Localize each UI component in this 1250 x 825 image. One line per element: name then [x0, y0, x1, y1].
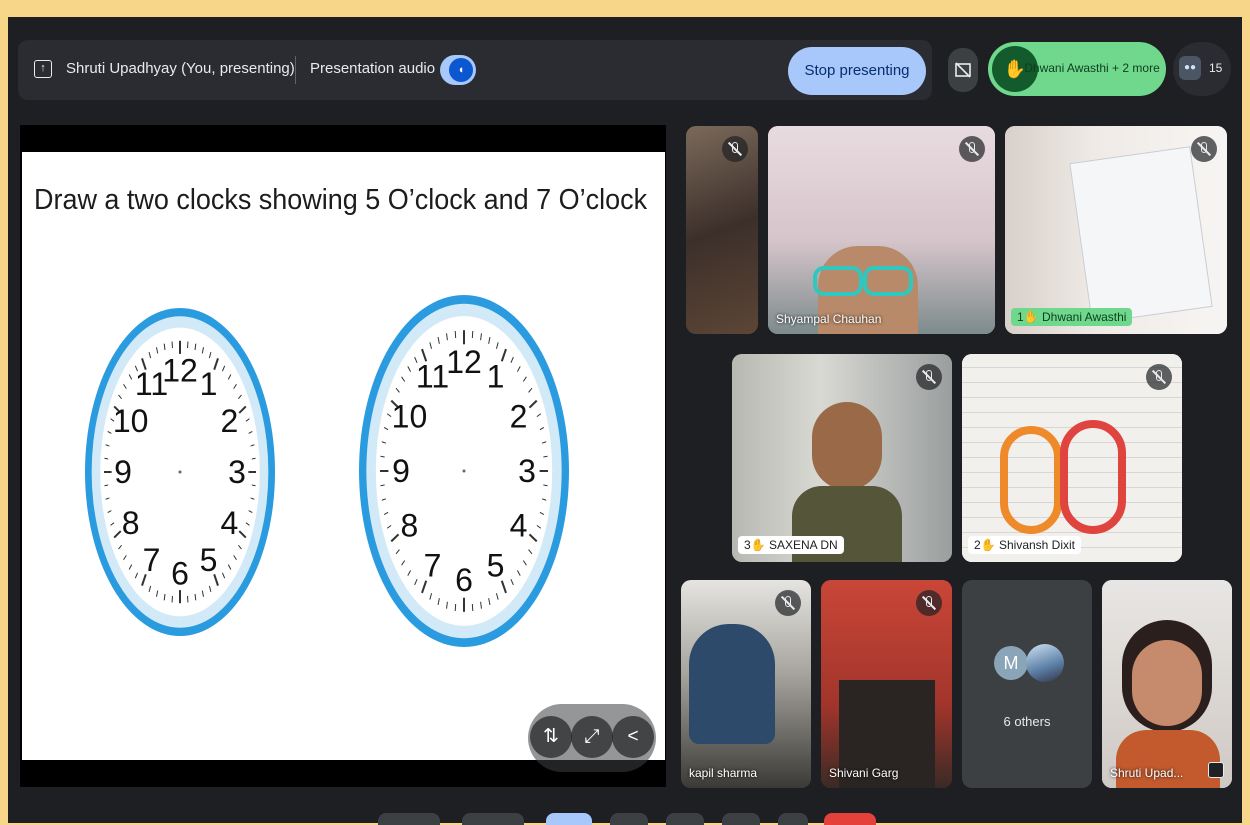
presenter-label: Shruti Upadhyay (You, presenting) — [66, 60, 295, 77]
clock-tick — [104, 458, 108, 459]
clock-number: 8 — [122, 505, 140, 541]
mic-button[interactable] — [378, 813, 440, 825]
participant-tile[interactable]: 3✋ SAXENA DN — [732, 354, 952, 562]
share-button[interactable]: < — [612, 716, 654, 758]
participant-tile[interactable]: kapil sharma — [681, 580, 811, 788]
participant-name: 2✋ Shivansh Dixit — [968, 536, 1081, 554]
participant-name-text: Dhwani Awasthi — [1042, 310, 1127, 324]
participant-tile[interactable]: Shyampal Chauhan — [768, 126, 995, 334]
clock-number: 4 — [220, 505, 238, 541]
captions-button[interactable] — [546, 813, 592, 825]
self-tile[interactable]: Shruti Upad... — [1102, 580, 1232, 788]
raise-hand-icon: ✋ — [1024, 310, 1039, 324]
clock-number: 12 — [446, 344, 482, 380]
muted-mic-icon — [1146, 364, 1172, 390]
stop-presenting-button[interactable]: Stop presenting — [788, 47, 926, 95]
clock-number: 4 — [510, 508, 528, 544]
clock-number: 10 — [113, 403, 149, 439]
muted-mic-icon — [775, 590, 801, 616]
presentation-audio-toggle[interactable]: ◖ — [440, 55, 476, 85]
clock-number: 11 — [416, 358, 449, 394]
hand-rank: 1 — [1017, 310, 1024, 324]
muted-mic-icon — [722, 136, 748, 162]
clock-number: 1 — [487, 358, 505, 394]
participant-tile[interactable]: 1✋ Dhwani Awasthi — [1005, 126, 1227, 334]
slide-title: Draw a two clocks showing 5 O’clock and … — [34, 184, 647, 217]
tile-menu-icon[interactable] — [1208, 762, 1224, 778]
clock-number: 11 — [135, 366, 168, 402]
emoji-button[interactable] — [610, 813, 648, 825]
clock-number: 7 — [424, 548, 442, 584]
others-label: 6 others — [962, 714, 1092, 729]
clock-tick — [252, 458, 256, 459]
clock-number: 9 — [392, 453, 410, 489]
clock-number: 5 — [487, 548, 505, 584]
clock-number: 6 — [455, 562, 473, 598]
clock-number: 10 — [392, 398, 428, 434]
clock-number: 2 — [510, 398, 528, 434]
no-camera-icon[interactable] — [948, 48, 978, 92]
participant-name: kapil sharma — [689, 766, 757, 780]
participant-name-text: SAXENA DN — [769, 538, 838, 552]
clock-right: 121234567891011 — [356, 292, 572, 650]
leave-call-button[interactable] — [824, 813, 876, 825]
raise-hand-button[interactable] — [722, 813, 760, 825]
fullscreen-button[interactable]: ⤢ — [571, 716, 613, 758]
muted-mic-icon — [959, 136, 985, 162]
presentation-bar: ↑ Shruti Upadhyay (You, presenting) Pres… — [18, 40, 932, 100]
camera-button[interactable] — [462, 813, 524, 825]
avatar — [1026, 644, 1064, 682]
hand-rank: 2 — [974, 538, 981, 552]
participant-name: 1✋ Dhwani Awasthi — [1011, 308, 1132, 326]
clock-number: 2 — [220, 403, 238, 439]
participants-icon: ●● — [1179, 56, 1201, 80]
present-button[interactable] — [666, 813, 704, 825]
clock-number: 1 — [200, 366, 218, 402]
raise-hand-icon: ✋ — [981, 538, 996, 552]
participant-tile[interactable]: 2✋ Shivansh Dixit — [962, 354, 1182, 562]
raised-hands-label: Dhwani Awasthi + 2 more — [1022, 61, 1162, 75]
clock-number: 3 — [518, 453, 536, 489]
clock-number: 3 — [228, 454, 246, 490]
presentation-controls: ⇅ ⤢ < — [528, 704, 656, 772]
clock-number: 7 — [143, 542, 161, 578]
participant-tile[interactable]: Shivani Garg — [821, 580, 952, 788]
people-button[interactable]: ●● 15 — [1173, 42, 1231, 96]
clock-number: 9 — [114, 454, 132, 490]
participant-name: 3✋ SAXENA DN — [738, 536, 844, 554]
clock-tick — [252, 485, 256, 486]
others-tile[interactable]: M 6 others — [962, 580, 1092, 788]
muted-mic-icon — [916, 590, 942, 616]
clock-number: 6 — [171, 556, 189, 592]
participant-name: Shyampal Chauhan — [776, 312, 881, 326]
muted-mic-icon — [1191, 136, 1217, 162]
more-options-button[interactable] — [778, 813, 808, 825]
participant-name-text: Shivansh Dixit — [999, 538, 1075, 552]
present-icon: ↑ — [34, 60, 52, 78]
participant-tile[interactable] — [686, 126, 758, 334]
raise-hand-icon: ✋ — [751, 538, 766, 552]
speaker-icon: ◖ — [449, 58, 473, 82]
muted-mic-icon — [916, 364, 942, 390]
clock-center — [463, 470, 466, 473]
participant-count: 15 — [1209, 61, 1222, 75]
participant-name: Shruti Upad... — [1110, 766, 1183, 780]
clock-tick — [104, 485, 108, 486]
clock-number: 5 — [200, 542, 218, 578]
raised-hands-button[interactable]: ✋ Dhwani Awasthi + 2 more — [988, 42, 1166, 96]
reposition-button[interactable]: ⇅ — [530, 716, 572, 758]
hand-rank: 3 — [744, 538, 751, 552]
clock-number: 8 — [401, 508, 419, 544]
participant-name: Shivani Garg — [829, 766, 898, 780]
clock-left: 121234567891011 — [82, 305, 278, 639]
clock-center — [179, 471, 182, 474]
avatar: M — [994, 646, 1028, 680]
divider — [295, 56, 296, 84]
presentation-audio-label: Presentation audio — [310, 60, 435, 77]
